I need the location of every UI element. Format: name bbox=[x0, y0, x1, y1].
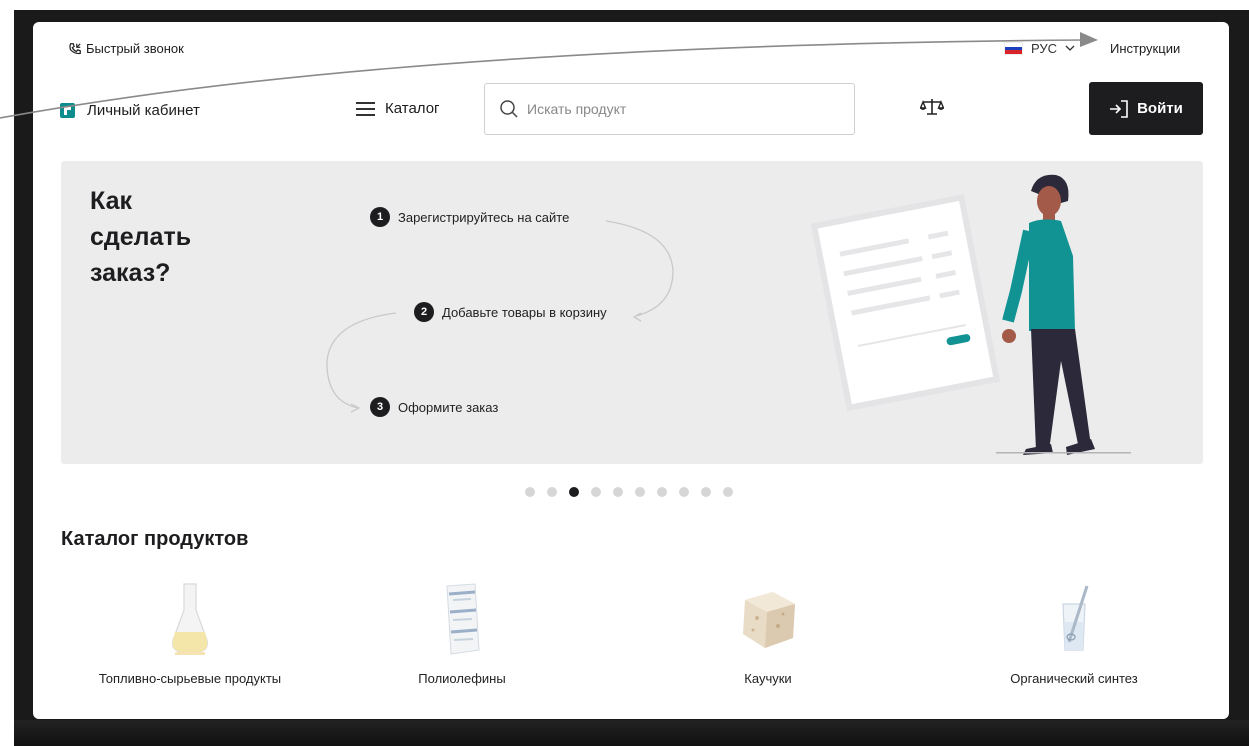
category-item[interactable]: Топливно-сырьевые продукты bbox=[60, 582, 320, 686]
bag-icon bbox=[446, 583, 480, 655]
carousel-pagination bbox=[525, 487, 733, 497]
quick-call-label: Быстрый звонок bbox=[86, 41, 184, 56]
phone-icon bbox=[69, 42, 81, 54]
top-bar: Быстрый звонок РУС Инструкции bbox=[33, 22, 1229, 72]
account-label: Личный кабинет bbox=[87, 102, 200, 119]
carousel-dot[interactable] bbox=[723, 487, 733, 497]
russia-flag-icon bbox=[1004, 42, 1023, 55]
step-number: 1 bbox=[370, 207, 390, 227]
category-label: Каучуки bbox=[744, 671, 792, 686]
language-selector[interactable]: РУС bbox=[1004, 41, 1075, 56]
category-label: Органический синтез bbox=[1010, 671, 1138, 686]
search-icon bbox=[500, 100, 518, 118]
compare-scales-icon[interactable] bbox=[920, 97, 944, 117]
carousel-dot[interactable] bbox=[591, 487, 601, 497]
carousel-dot[interactable] bbox=[525, 487, 535, 497]
carousel-dot[interactable] bbox=[701, 487, 711, 497]
logo-icon bbox=[60, 103, 75, 118]
carousel-dot[interactable] bbox=[679, 487, 689, 497]
flask-icon bbox=[172, 583, 208, 655]
step-number: 3 bbox=[370, 397, 390, 417]
account-link[interactable]: Личный кабинет bbox=[60, 102, 200, 119]
step-text: Зарегистрируйтесь на сайте bbox=[398, 209, 570, 225]
beaker-icon bbox=[1062, 585, 1089, 651]
order-step: 3 Оформите заказ bbox=[370, 397, 498, 417]
carousel-dot[interactable] bbox=[569, 487, 579, 497]
device-bezel-left bbox=[0, 0, 14, 746]
rubber-block-icon bbox=[743, 592, 795, 648]
catalog-label: Каталог bbox=[385, 100, 440, 117]
quick-call-link[interactable]: Быстрый звонок bbox=[68, 41, 184, 56]
menu-icon bbox=[356, 101, 375, 116]
language-label: РУС bbox=[1031, 41, 1058, 56]
product-category-list: Топливно-сырьевые продукты Полиолефины К… bbox=[33, 582, 1229, 692]
category-label: Топливно-сырьевые продукты bbox=[98, 671, 282, 686]
carousel-dot[interactable] bbox=[657, 487, 667, 497]
carousel-dot[interactable] bbox=[613, 487, 623, 497]
catalog-button[interactable]: Каталог bbox=[356, 100, 440, 117]
banner-title: Как сделать заказ? bbox=[90, 187, 192, 287]
browser-screen: Быстрый звонок РУС Инструкции Личный каб… bbox=[33, 22, 1229, 719]
carousel-dot[interactable] bbox=[635, 487, 645, 497]
catalog-section-title: Каталог продуктов bbox=[61, 528, 249, 550]
main-header: Личный кабинет Каталог Войти bbox=[33, 82, 1229, 136]
step-text: Добавьте товары в корзину bbox=[442, 304, 607, 320]
how-to-order-banner[interactable]: Как сделать заказ? 1 Зарегистрируйтесь н… bbox=[61, 161, 1203, 464]
chevron-down-icon bbox=[1065, 45, 1075, 51]
search-box[interactable] bbox=[484, 83, 855, 135]
category-label: Полиолефины bbox=[418, 671, 506, 686]
order-step: 1 Зарегистрируйтесь на сайте bbox=[370, 207, 569, 227]
login-icon bbox=[1110, 99, 1128, 118]
device-bezel-bottom bbox=[14, 720, 1249, 746]
search-input[interactable] bbox=[527, 101, 827, 117]
category-item[interactable]: Каучуки bbox=[638, 582, 898, 686]
instructions-link[interactable]: Инструкции bbox=[1110, 41, 1180, 56]
category-item[interactable]: Органический синтез bbox=[944, 582, 1204, 686]
carousel-dot[interactable] bbox=[547, 487, 557, 497]
step-text: Оформите заказ bbox=[398, 399, 499, 415]
login-button[interactable]: Войти bbox=[1089, 82, 1203, 135]
category-item[interactable]: Полиолефины bbox=[332, 582, 592, 686]
step-number: 2 bbox=[414, 302, 434, 322]
device-bezel-top bbox=[0, 0, 1249, 10]
login-label: Войти bbox=[1137, 100, 1183, 117]
order-step: 2 Добавьте товары в корзину bbox=[414, 302, 607, 322]
